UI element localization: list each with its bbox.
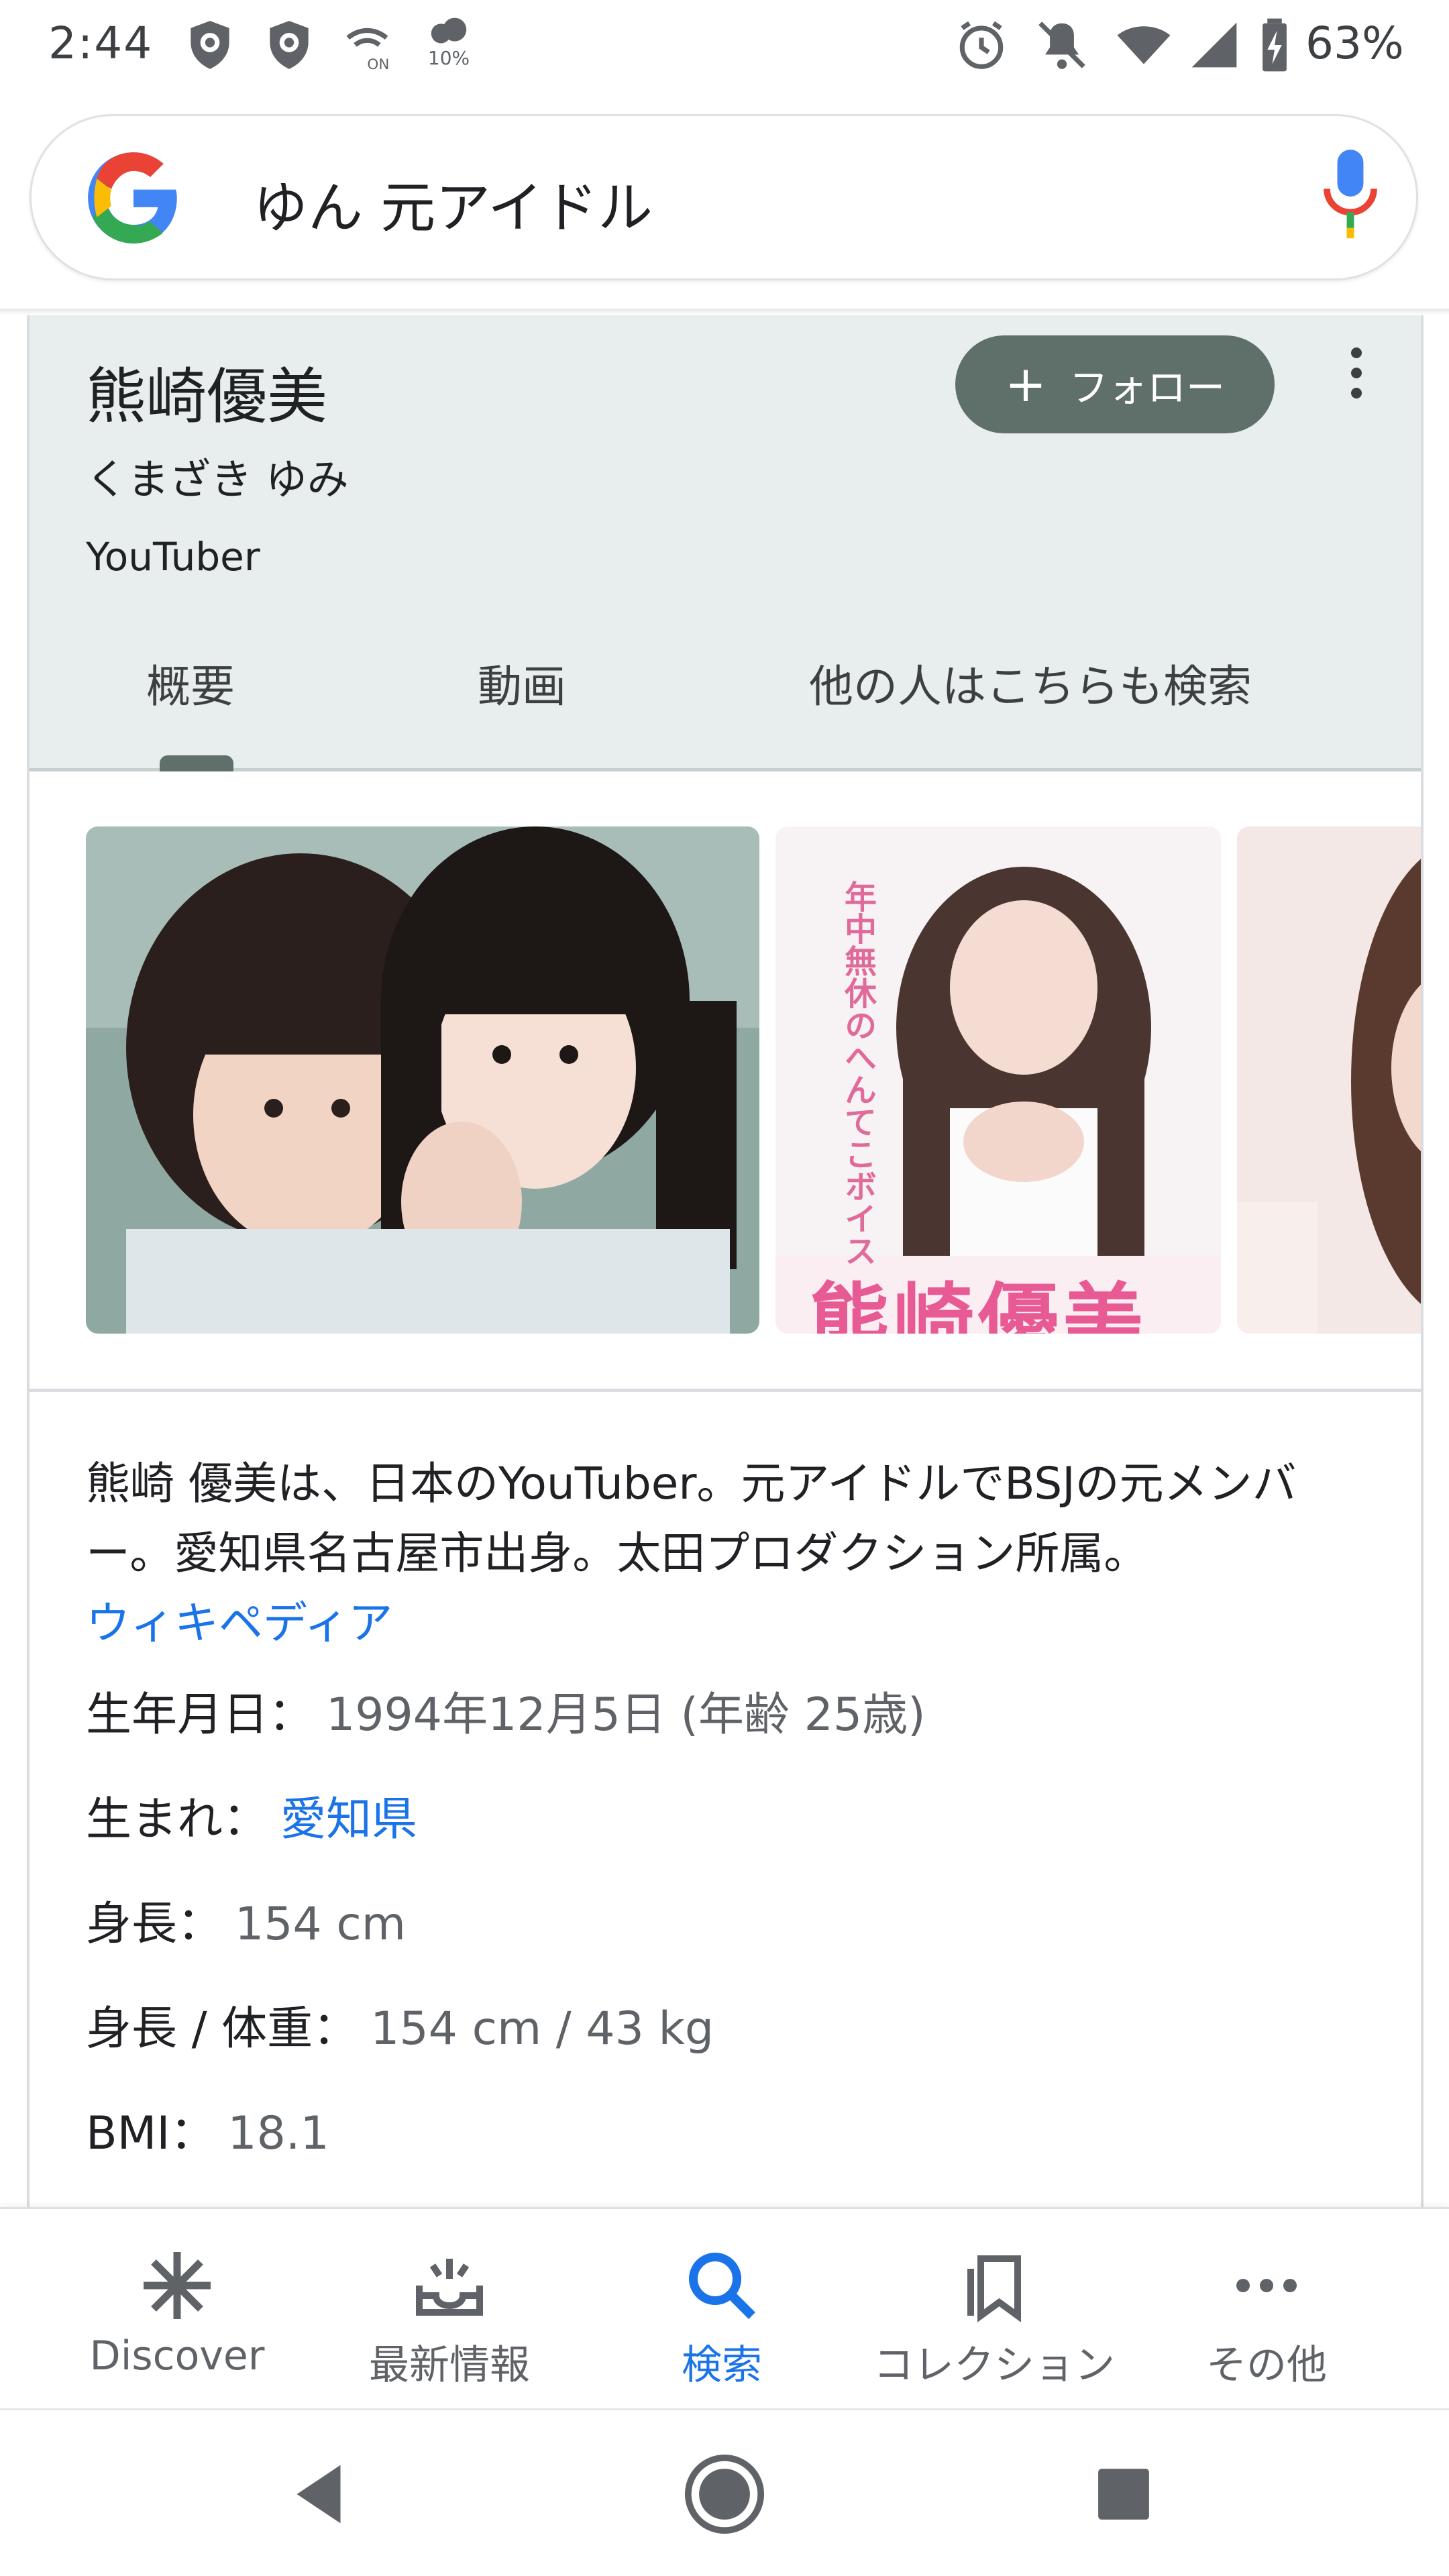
knowledge-panel: 熊崎優美 くまざき ゆみ YouTuber + フォロー 概要 動画 他の人はこ…: [27, 315, 1424, 2207]
poster-vertical-text: 年中無休のへんてこボイス: [839, 880, 876, 1267]
system-navigation: [0, 2408, 1449, 2576]
more-horiz-icon: [1236, 2279, 1297, 2292]
active-tab-indicator: [160, 755, 233, 771]
more-vert-icon[interactable]: [1343, 347, 1370, 408]
alarm-icon: [959, 21, 1004, 69]
panel-tabs: 概要 動画 他の人はこちらも検索: [30, 651, 1421, 771]
birthplace-link[interactable]: 愛知県: [280, 1793, 417, 1846]
status-time: 2:44: [48, 17, 154, 69]
entity-title: 熊崎優美: [86, 362, 327, 432]
entity-type: YouTuber: [86, 534, 260, 580]
nav-label: その他: [1206, 2342, 1327, 2389]
bottom-navigation: Discover 最新情報 検索 コレクション その他: [0, 2207, 1449, 2408]
svg-text:ON: ON: [367, 56, 389, 73]
fact-height-weight: 身長 / 体重： 154 cm / 43 kg: [86, 1991, 1381, 2096]
status-bar: 2:44 ON 10% 63%: [0, 0, 1449, 94]
back-icon[interactable]: [275, 2451, 362, 2538]
fact-label: BMI：: [86, 2107, 216, 2160]
asterisk-icon: [144, 2252, 211, 2319]
fact-birthdate: 生年月日： 1994年12月5日 (年齢 25歳): [86, 1677, 1381, 1782]
fact-value: 154 cm / 43 kg: [370, 2002, 714, 2055]
photo-poster[interactable]: 年中無休のへんてこボイス 熊崎優美: [775, 826, 1221, 1334]
photo-partial[interactable]: [1237, 826, 1421, 1334]
fact-height: 身長： 154 cm: [86, 1886, 1381, 1991]
google-logo-icon: [88, 152, 177, 244]
nav-updates[interactable]: 最新情報: [309, 2209, 590, 2410]
wifi-icon: [1117, 26, 1171, 64]
fact-value: 1994年12月5日 (年齢 25歳): [326, 1688, 926, 1741]
description-text: 熊崎 優美は、日本のYouTuber。元アイドルでBSJの元メンバー。愛知県名古…: [86, 1458, 1297, 1579]
photo-two-girls[interactable]: [86, 826, 759, 1334]
updates-tray-icon: [416, 2259, 483, 2316]
nav-collections[interactable]: コレクション: [853, 2209, 1135, 2410]
shield-icon-2: [270, 21, 309, 69]
nav-discover[interactable]: Discover: [36, 2209, 318, 2410]
home-icon[interactable]: [681, 2451, 768, 2538]
wifi-calling-icon: ON: [346, 28, 389, 73]
follow-button[interactable]: + フォロー: [955, 335, 1275, 433]
section-divider: [30, 1389, 1421, 1392]
fact-label: 生年月日：: [86, 1688, 315, 1741]
battery-percent: 63%: [1305, 17, 1404, 69]
entity-description: 熊崎 優美は、日本のYouTuber。元アイドルでBSJの元メンバー。愛知県名古…: [86, 1449, 1381, 1658]
facts-list: 生年月日： 1994年12月5日 (年齢 25歳) 生まれ： 愛知県 身長： 154 …: [86, 1677, 1381, 2200]
search-input[interactable]: ゆん 元アイドル: [253, 163, 653, 243]
nav-label: 最新情報: [369, 2342, 530, 2389]
fact-birthplace: 生まれ： 愛知県: [86, 1782, 1381, 1886]
fact-label: 身長 / 体重：: [86, 2002, 359, 2055]
nav-more[interactable]: その他: [1126, 2209, 1407, 2410]
search-bar[interactable]: ゆん 元アイドル: [30, 114, 1418, 280]
data-saver-icon: 10%: [419, 15, 479, 69]
poster-name: 熊崎優美: [809, 1275, 1147, 1334]
search-icon: [689, 2253, 755, 2319]
nav-label: 検索: [682, 2342, 762, 2389]
nav-search[interactable]: 検索: [581, 2209, 863, 2410]
search-divider: [0, 309, 1449, 315]
nav-label: コレクション: [873, 2342, 1115, 2389]
entity-reading: くまざき ゆみ: [86, 455, 349, 504]
signal-icon: [1191, 22, 1237, 68]
fact-label: 身長：: [86, 1898, 223, 1951]
microphone-icon[interactable]: [1324, 150, 1377, 244]
notifications-off-icon: [1038, 21, 1085, 69]
nav-label: Discover: [89, 2332, 265, 2379]
image-carousel[interactable]: 年中無休のへんてこボイス 熊崎優美: [86, 826, 1421, 1336]
recents-icon[interactable]: [1080, 2451, 1167, 2538]
battery-charging-icon: [1263, 18, 1287, 72]
fact-value: 154 cm: [235, 1898, 407, 1951]
data-saver-percent: 10%: [427, 47, 470, 69]
fact-label: 生まれ：: [86, 1793, 269, 1846]
shield-icon: [191, 21, 229, 69]
wikipedia-link[interactable]: ウィキペディア: [86, 1589, 1381, 1658]
fact-value: 18.1: [227, 2107, 329, 2160]
plus-icon: +: [1004, 356, 1046, 413]
fact-bmi: BMI： 18.1: [86, 2096, 1381, 2200]
tab-people-also-search[interactable]: 他の人はこちらも検索: [809, 651, 1252, 715]
tab-videos[interactable]: 動画: [478, 651, 566, 715]
follow-label: フォロー: [1069, 365, 1226, 411]
knowledge-panel-header: 熊崎優美 くまざき ゆみ YouTuber + フォロー 概要 動画 他の人はこ…: [30, 315, 1421, 771]
collections-icon: [967, 2255, 1021, 2322]
tab-overview[interactable]: 概要: [146, 651, 235, 715]
